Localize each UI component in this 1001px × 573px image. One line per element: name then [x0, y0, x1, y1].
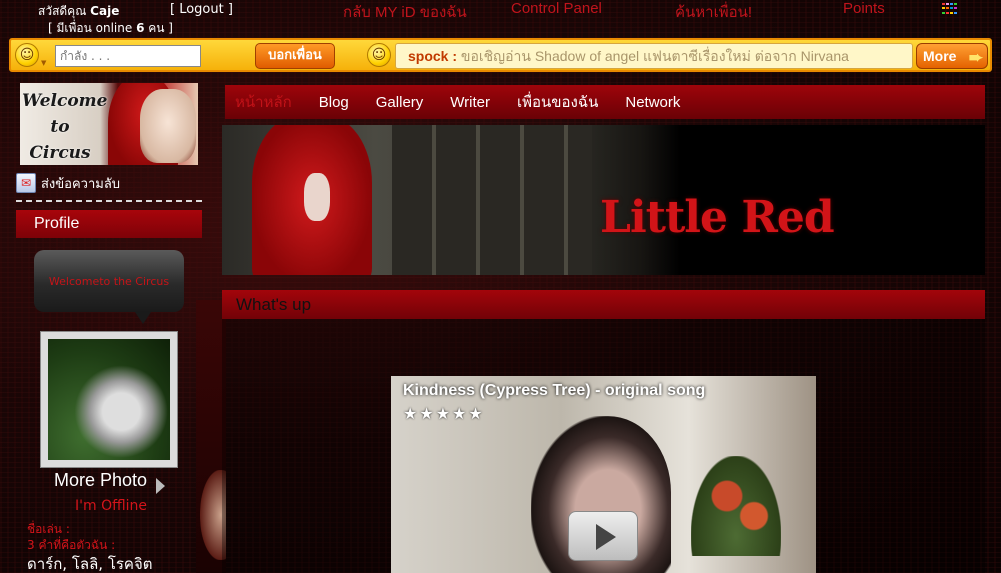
my-id-link[interactable]: กลับ MY iD ของฉัน — [343, 0, 467, 24]
more-button[interactable]: More ➨ — [916, 43, 988, 69]
online-status: I'm Offline — [75, 498, 147, 514]
ticker-message: ขอเชิญอ่าน Shadow of angel แฟนตาซีเรื่อง… — [460, 48, 849, 64]
arrow-right-icon — [156, 478, 165, 494]
nav-blog[interactable]: Blog — [319, 94, 349, 111]
more-label: More — [923, 48, 957, 64]
nav-gallery[interactable]: Gallery — [376, 94, 424, 111]
account-strip: สวัสดีคุณ Caje [ Logout ] [ มีเพื่อน onl… — [0, 0, 1001, 38]
ticker-smiley-icon: ☺ — [367, 43, 391, 67]
profile-heading: Profile — [16, 210, 202, 238]
whats-up-heading: What's up — [222, 290, 985, 319]
logout-link[interactable]: [ Logout ] — [170, 2, 233, 17]
welcome-banner: Welcome to Circus — [20, 83, 198, 165]
chevron-down-icon[interactable]: ▼ — [41, 59, 46, 67]
online-prefix: [ มีเพื่อน online — [48, 21, 133, 35]
find-friends-link[interactable]: ค้นหาเพื่อน! — [675, 0, 752, 24]
nav-home[interactable]: หน้าหลัก — [235, 90, 292, 114]
speech-bubble: Welcometo the Circus — [34, 250, 184, 312]
points-link[interactable]: Points — [843, 0, 885, 17]
color-grid-icon[interactable] — [942, 3, 958, 15]
tell-friends-button[interactable]: บอกเพื่อน — [255, 43, 335, 69]
play-button[interactable] — [568, 511, 638, 561]
online-count: 6 — [136, 21, 145, 35]
arrow-right-icon: ➨ — [968, 48, 983, 67]
friends-online: [ มีเพื่อน online 6 คน ] — [48, 19, 173, 38]
video-title[interactable]: Kindness (Cypress Tree) - original song — [403, 382, 705, 400]
avatar-howling-wolf — [48, 339, 170, 460]
more-photo-link[interactable]: More Photo — [54, 470, 147, 491]
greeting-label: สวัสดีคุณ — [38, 4, 87, 18]
video-rating-stars: ★★★★★ — [403, 404, 485, 423]
send-message-label: ส่งข้อความลับ — [41, 176, 121, 192]
play-icon — [596, 524, 616, 550]
main-nav: หน้าหลัก Blog Gallery Writer เพื่อนของฉั… — [225, 85, 985, 119]
three-words-value: ดาร์ก, โลลิ, โรคจิต — [27, 555, 153, 573]
username: Caje — [90, 4, 120, 18]
header-title: Little Red — [600, 192, 835, 243]
ticker-name: spock : — [408, 48, 458, 64]
control-panel-link[interactable]: Control Panel — [511, 0, 602, 17]
video-player[interactable]: Kindness (Cypress Tree) - original song … — [391, 376, 816, 573]
nav-my-friends[interactable]: เพื่อนของฉัน — [517, 90, 598, 114]
video-flowers-image — [691, 456, 781, 556]
avatar-frame[interactable] — [40, 331, 178, 468]
message-icon: ✉ — [16, 173, 36, 193]
wooden-door-image — [392, 125, 592, 275]
hand-image — [304, 173, 330, 221]
social-bar: ☺ ▼ บอกเพื่อน ☺ spock : ขอเชิญอ่าน Shado… — [9, 38, 992, 72]
online-suffix: คน ] — [148, 21, 173, 35]
mood-smiley-icon[interactable]: ☺ — [15, 43, 39, 67]
nav-writer[interactable]: Writer — [450, 94, 490, 111]
friend-ticker[interactable]: spock : ขอเชิญอ่าน Shadow of angel แฟนตา… — [395, 43, 913, 69]
status-input[interactable] — [55, 45, 201, 67]
send-secret-message-link[interactable]: ✉ ส่งข้อความลับ — [16, 172, 120, 194]
divider — [16, 200, 202, 202]
girl-face-image — [140, 89, 196, 163]
speech-bubble-tail — [135, 312, 151, 324]
nav-network[interactable]: Network — [625, 94, 680, 111]
welcome-text: Welcome to Circus — [22, 91, 108, 163]
